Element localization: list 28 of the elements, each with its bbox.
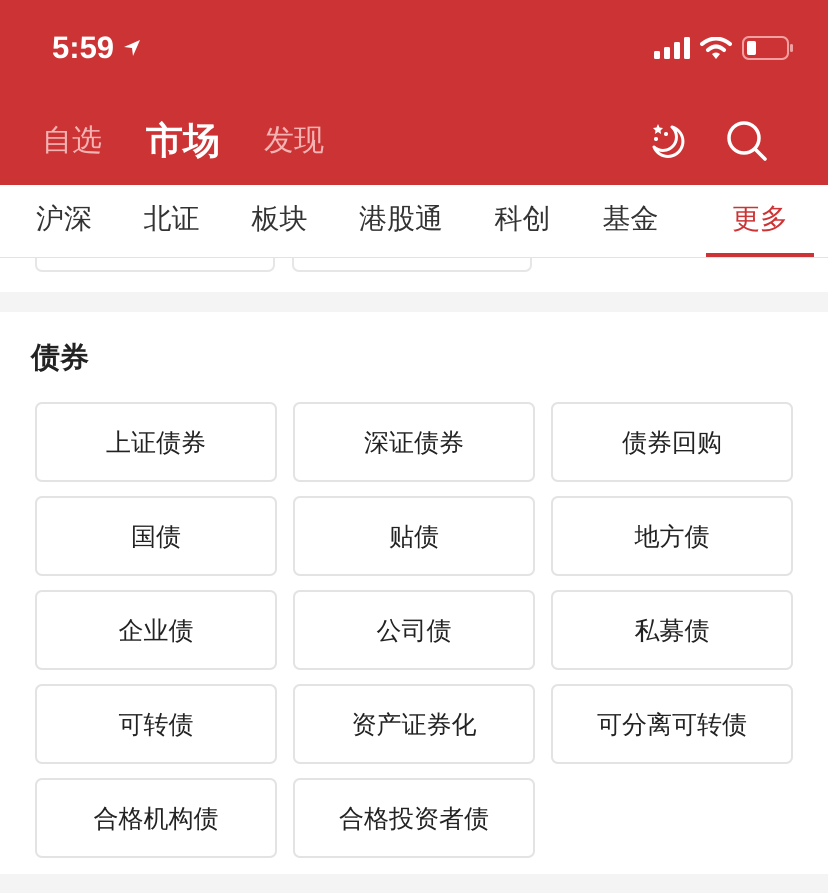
bond-category-button[interactable]: 国债	[35, 496, 277, 576]
category-tab[interactable]: 科创	[490, 185, 555, 257]
category-tab[interactable]: 港股通	[354, 185, 447, 257]
signal-icon	[654, 37, 690, 59]
bond-category-button[interactable]: 地方债	[551, 496, 793, 576]
bond-category-button[interactable]: 债券回购	[551, 402, 793, 482]
bond-category-button[interactable]: 企业债	[35, 590, 277, 670]
category-tab[interactable]: 基金	[598, 185, 662, 257]
bond-category-button[interactable]: 资产证券化	[293, 684, 535, 764]
bond-category-button[interactable]: 可分离可转债	[551, 684, 793, 764]
category-tab[interactable]: 板块	[247, 185, 312, 257]
category-tab[interactable]: 沪深	[32, 185, 96, 257]
category-tab[interactable]: 北证	[140, 185, 204, 257]
bond-category-button[interactable]: 深证债券	[293, 402, 535, 482]
bond-category-button[interactable]: 合格投资者债	[293, 778, 535, 858]
bond-category-button[interactable]: 公司债	[293, 590, 535, 670]
location-arrow-icon	[122, 38, 142, 58]
bond-category-button[interactable]: 私募债	[551, 590, 793, 670]
nav-tab[interactable]: 市场	[146, 116, 220, 166]
wifi-icon	[700, 37, 732, 59]
bond-category-button[interactable]: 上证债券	[35, 402, 277, 482]
bond-category-button[interactable]: 贴债	[293, 496, 535, 576]
status-time: 5:59	[52, 30, 114, 66]
section-title: 债券	[31, 339, 90, 376]
bond-category-button[interactable]: 合格机构债	[35, 778, 277, 858]
search-icon[interactable]	[726, 120, 768, 162]
battery-icon	[742, 36, 794, 60]
bond-category-button[interactable]: 可转债	[35, 684, 277, 764]
